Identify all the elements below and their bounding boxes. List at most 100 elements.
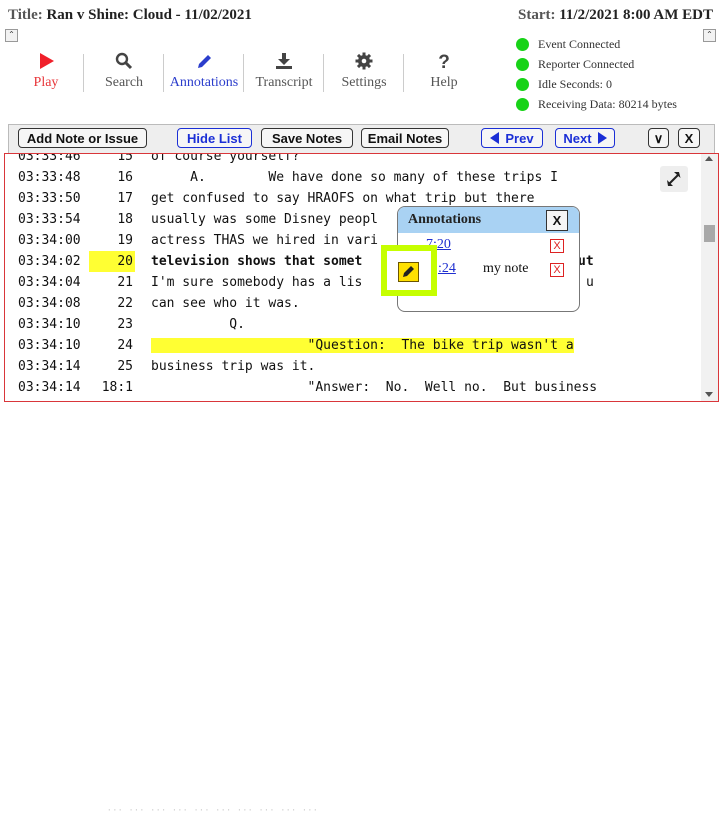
line-time: 03:34:00: [18, 233, 81, 248]
title-label: Title:: [8, 7, 43, 23]
line-text: actress THAS we hired in vari: [151, 233, 378, 248]
status-label: Idle Seconds: 0: [538, 76, 612, 91]
email-notes-button[interactable]: Email Notes: [361, 128, 449, 148]
line-number: 19: [117, 233, 133, 248]
save-notes-button[interactable]: Save Notes: [261, 128, 353, 148]
help-button[interactable]: ? Help: [404, 50, 484, 98]
status-dot-icon: [516, 57, 529, 71]
status-item: Receiving Data: 80214 bytes: [516, 94, 677, 114]
line-text: A. We have done so many of these trips I: [151, 170, 558, 185]
status-label: Receiving Data: 80214 bytes: [538, 96, 677, 111]
start-value: 11/2/2021 8:00 AM EDT: [559, 7, 713, 23]
status-item: Reporter Connected: [516, 54, 677, 74]
line-number: 25: [117, 359, 133, 374]
annotations-button[interactable]: Annotations: [164, 50, 244, 98]
annotation-time-link[interactable]: :24: [438, 261, 456, 277]
fullscreen-button[interactable]: [660, 166, 688, 192]
line-number: 22: [117, 296, 133, 311]
download-icon: [276, 53, 292, 69]
collapse-left-icon[interactable]: ⌃: [5, 29, 18, 42]
line-time: 03:33:48: [18, 170, 81, 185]
search-label: Search: [104, 75, 144, 90]
search-button[interactable]: Search: [84, 50, 164, 98]
line-text: television shows that somet: [151, 254, 363, 269]
transcript-scrollbar[interactable]: [701, 154, 718, 401]
edit-annotation-button[interactable]: [381, 245, 437, 296]
notes-controls: Add Note or Issue Hide List Save Notes E…: [8, 124, 715, 156]
next-button[interactable]: Next: [555, 128, 615, 148]
gear-icon: [355, 52, 373, 70]
start-label: Start:: [517, 7, 556, 23]
prev-label: Prev: [505, 131, 534, 146]
header-bar: Title: Ran v Shine: Cloud - 11/02/2021 S…: [0, 0, 721, 118]
line-text: business trip was it.: [151, 359, 316, 374]
status-item: Idle Seconds: 0: [516, 74, 677, 94]
line-text-tail: u: [586, 275, 594, 290]
line-number: 21: [117, 275, 133, 290]
close-notes-button[interactable]: X: [678, 128, 700, 148]
status-dot-icon: [516, 97, 529, 111]
annotations-close-button[interactable]: X: [546, 210, 568, 231]
line-number: 16: [117, 170, 133, 185]
settings-label: Settings: [341, 75, 387, 90]
play-button[interactable]: Play: [8, 50, 84, 98]
line-text-tail: ut: [578, 254, 594, 269]
main-toolbar: Play Search Annotations Transcript Setti…: [8, 50, 484, 98]
connection-status: Event Connected Reporter Connected Idle …: [516, 34, 677, 114]
help-label: Help: [430, 75, 458, 90]
line-text: "Question: The bike trip wasn't a: [151, 335, 574, 356]
line-number: 23: [117, 317, 133, 332]
pencil-icon: [198, 55, 211, 68]
line-number: 24: [117, 338, 133, 353]
scroll-up-icon[interactable]: [705, 156, 713, 161]
add-note-button[interactable]: Add Note or Issue: [18, 128, 147, 148]
annotation-delete-button[interactable]: X: [550, 239, 564, 253]
line-time: 03:34:10: [18, 338, 81, 353]
footer-area: ··· ··· ··· ··· ··· ··· ··· ··· ··· ···: [0, 402, 721, 816]
line-text: "Answer: No. Well no. But business: [151, 380, 598, 395]
scroll-down-icon[interactable]: [705, 392, 713, 397]
status-dot-icon: [516, 37, 529, 51]
annotations-popup-header: Annotations X: [398, 207, 579, 233]
search-icon: [115, 52, 133, 70]
line-text: can see who it was.: [151, 296, 300, 311]
line-time: 03:34:04: [18, 275, 81, 290]
line-time: 03:34:14: [18, 359, 81, 374]
expand-down-button[interactable]: ∨: [648, 128, 669, 148]
scroll-thumb[interactable]: [704, 225, 715, 242]
partial-line: ··· ··· ··· ··· ··· ··· ··· ··· ··· ···: [85, 806, 318, 816]
transcript-button[interactable]: Transcript: [244, 50, 324, 98]
collapse-right-icon[interactable]: ⌃: [703, 29, 716, 42]
status-item: Event Connected: [516, 34, 677, 54]
line-number: 18:1: [101, 380, 133, 395]
line-time: 03:34:08: [18, 296, 81, 311]
session-title: Title: Ran v Shine: Cloud - 11/02/2021: [8, 7, 252, 24]
annotations-popup-title: Annotations: [408, 212, 482, 227]
question-icon: ?: [438, 52, 450, 70]
title-value: Ran v Shine: Cloud - 11/02/2021: [46, 7, 252, 23]
line-number: 17: [117, 191, 133, 206]
highlighted-text: "Question: The bike trip wasn't a: [151, 338, 574, 353]
svg-text:?: ?: [438, 52, 450, 70]
next-arrow-icon: [597, 132, 607, 144]
line-number: 18: [117, 212, 133, 227]
line-text: usually was some Disney peopl: [151, 212, 378, 227]
status-label: Reporter Connected: [538, 56, 635, 71]
transcript-view[interactable]: 03:33:46 15 of course yourself? 03:33:48 16…: [4, 153, 719, 402]
line-time: 03:33:50: [18, 191, 81, 206]
line-text: of course yourself?: [151, 153, 300, 164]
annotations-label: Annotations: [169, 75, 239, 90]
line-number: 20: [89, 251, 135, 272]
line-time: 03:33:54: [18, 212, 81, 227]
hide-list-button[interactable]: Hide List: [177, 128, 252, 148]
line-number: 15: [117, 153, 133, 164]
line-text: I'm sure somebody has a lis: [151, 275, 363, 290]
settings-button[interactable]: Settings: [324, 50, 404, 98]
line-time: 03:34:10: [18, 317, 81, 332]
next-label: Next: [563, 131, 592, 146]
annotation-note: my note: [483, 261, 529, 276]
status-label: Event Connected: [538, 36, 621, 51]
annotation-delete-button[interactable]: X: [550, 263, 564, 277]
prev-button[interactable]: Prev: [481, 128, 543, 148]
session-start: Start: 11/2/2021 8:00 AM EDT: [518, 7, 713, 24]
